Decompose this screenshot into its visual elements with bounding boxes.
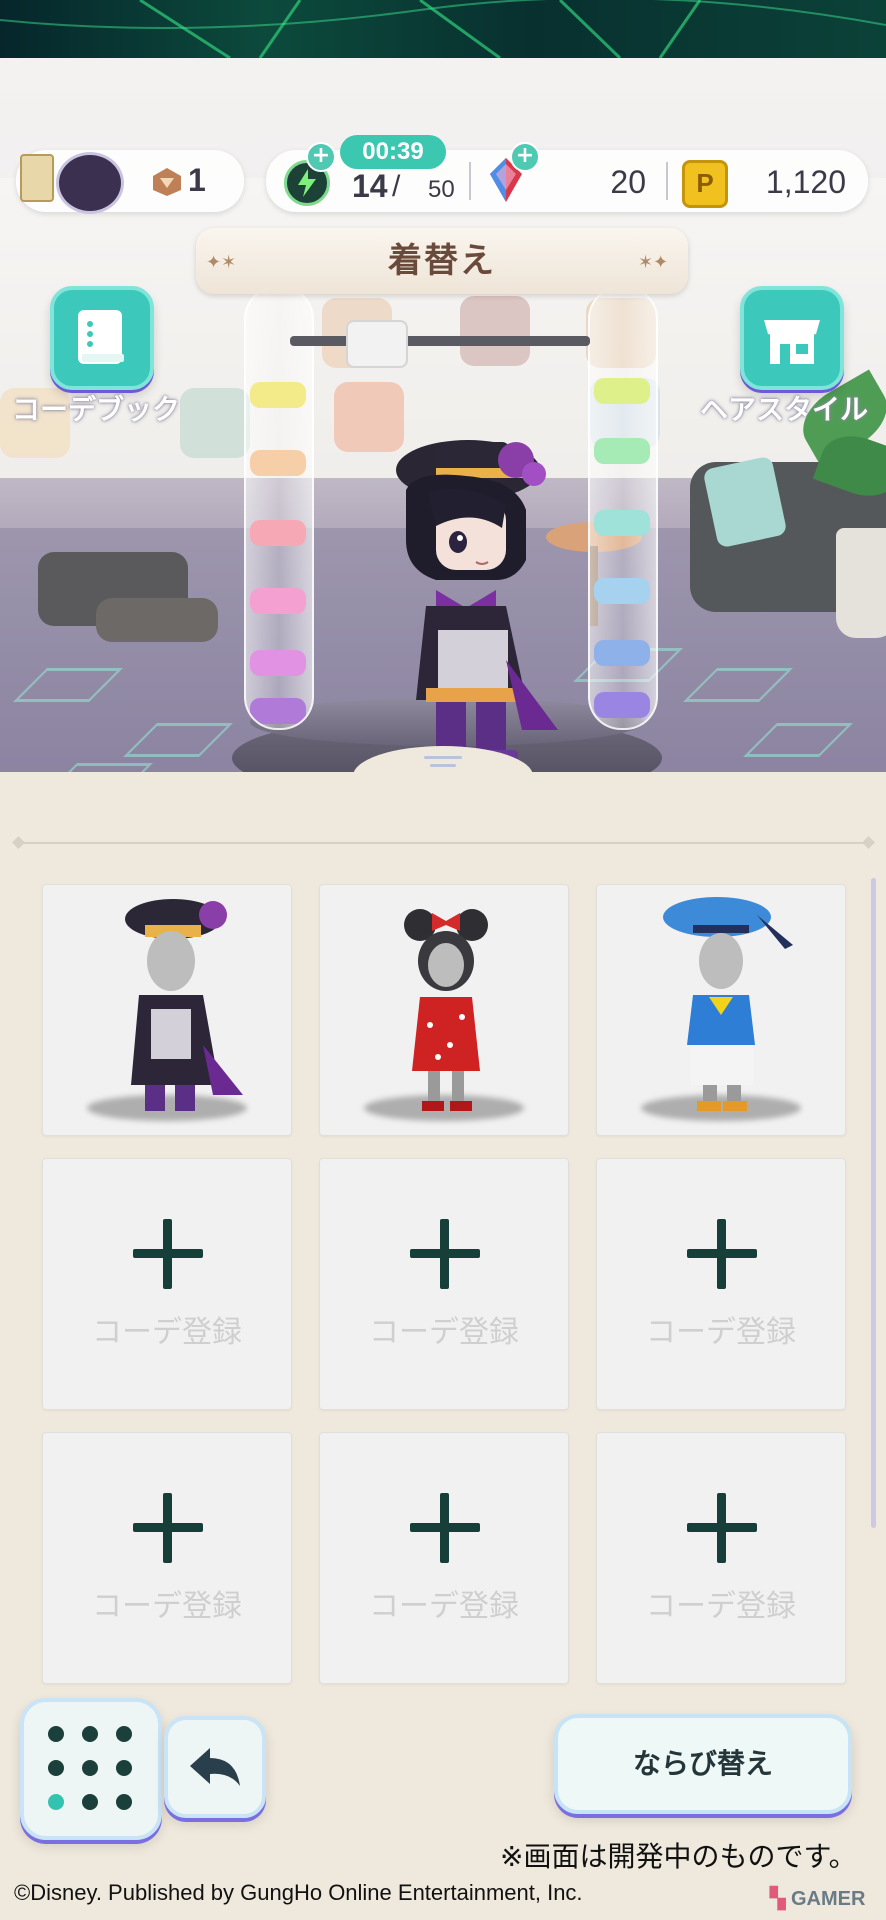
wall-shelf-item	[460, 296, 530, 366]
gamer-watermark: ▚ GAMER	[770, 1886, 865, 1911]
codebook-label: コーデブック	[12, 393, 181, 426]
hanger-clip	[346, 320, 408, 368]
stamina-timer: 00:39	[340, 135, 446, 169]
avatar[interactable]	[56, 152, 124, 214]
hud-divider	[666, 162, 668, 200]
outfit-slot-1[interactable]	[42, 884, 292, 1136]
book-icon	[78, 310, 124, 364]
copyright-text: ©Disney. Published by GungHo Online Ente…	[14, 1880, 583, 1905]
register-outfit-label: コーデ登録	[646, 1315, 796, 1350]
outfit-preview-minnie	[404, 909, 488, 1111]
add-outfit-icon	[687, 1493, 757, 1563]
color-tube-right	[588, 286, 658, 730]
hud-divider	[469, 162, 471, 200]
development-notice: ※画面は開発中のものです。	[500, 1840, 857, 1873]
top-decoration	[0, 0, 886, 58]
register-outfit-label: コーデ登録	[92, 1589, 242, 1624]
outfit-preview-purple	[125, 899, 243, 1111]
codebook-button[interactable]	[50, 286, 154, 390]
grid-menu-button[interactable]	[20, 1698, 162, 1840]
add-outfit-icon	[133, 1219, 203, 1289]
outfit-slot-2[interactable]	[319, 884, 569, 1136]
outfit-preview-donald	[663, 897, 793, 1111]
hairstyle-button[interactable]	[740, 286, 844, 390]
outfit-slot-6[interactable]: コーデ登録	[596, 1158, 846, 1410]
register-outfit-label: コーデ登録	[369, 1315, 519, 1350]
register-outfit-label: コーデ登録	[369, 1589, 519, 1624]
avatar-character	[396, 440, 558, 768]
coin-icon: P	[682, 160, 728, 208]
ottoman	[96, 598, 218, 642]
watermark-logo-icon: ▚	[770, 1888, 786, 1910]
ticket-icon	[150, 164, 184, 198]
star-decoration-icon: ✦✶	[206, 252, 237, 273]
ticket-count: 1	[188, 162, 206, 198]
watermark-text: GAMER	[790, 1888, 866, 1910]
hairstyle-label: ヘアスタイル	[700, 393, 869, 426]
grid-menu-icon	[24, 1702, 158, 1836]
hanger-bar	[290, 336, 590, 346]
star-decoration-icon: ✶✦	[638, 252, 669, 273]
wall-shelf-item	[180, 388, 250, 458]
add-gem-button[interactable]: +	[510, 142, 540, 172]
sort-button[interactable]: ならび替え	[554, 1714, 852, 1814]
back-arrow-icon	[190, 1748, 240, 1786]
outfit-slot-3[interactable]	[596, 884, 846, 1136]
add-outfit-icon	[410, 1493, 480, 1563]
color-tube-left	[244, 286, 314, 730]
outfit-slot-4[interactable]: コーデ登録	[42, 1158, 292, 1410]
plant-pot	[836, 528, 886, 638]
page-title: 着替え	[388, 241, 496, 281]
outfit-scrollbar[interactable]	[871, 878, 876, 1528]
add-stamina-button[interactable]: +	[306, 142, 336, 172]
profile-card-icon[interactable]	[20, 154, 54, 202]
register-outfit-label: コーデ登録	[646, 1589, 796, 1624]
add-outfit-icon	[410, 1219, 480, 1289]
stamina-max: 50	[428, 176, 455, 203]
back-button[interactable]	[164, 1716, 266, 1818]
outfit-slot-7[interactable]: コーデ登録	[42, 1432, 292, 1684]
drag-handle-icon[interactable]	[420, 752, 466, 772]
outfit-slot-5[interactable]: コーデ登録	[319, 1158, 569, 1410]
add-outfit-icon	[687, 1219, 757, 1289]
gem-count: 20	[610, 164, 646, 200]
coin-count: 1,120	[765, 164, 846, 200]
panel-divider	[18, 842, 868, 844]
stamina-current: 14	[352, 168, 388, 204]
register-outfit-label: コーデ登録	[92, 1315, 242, 1350]
outfit-slot-8[interactable]: コーデ登録	[319, 1432, 569, 1684]
shop-icon	[764, 320, 820, 364]
stamina-separator: /	[392, 170, 401, 203]
outfit-slot-9[interactable]: コーデ登録	[596, 1432, 846, 1684]
screen-title-banner: 着替え	[196, 228, 688, 294]
add-outfit-icon	[133, 1493, 203, 1563]
